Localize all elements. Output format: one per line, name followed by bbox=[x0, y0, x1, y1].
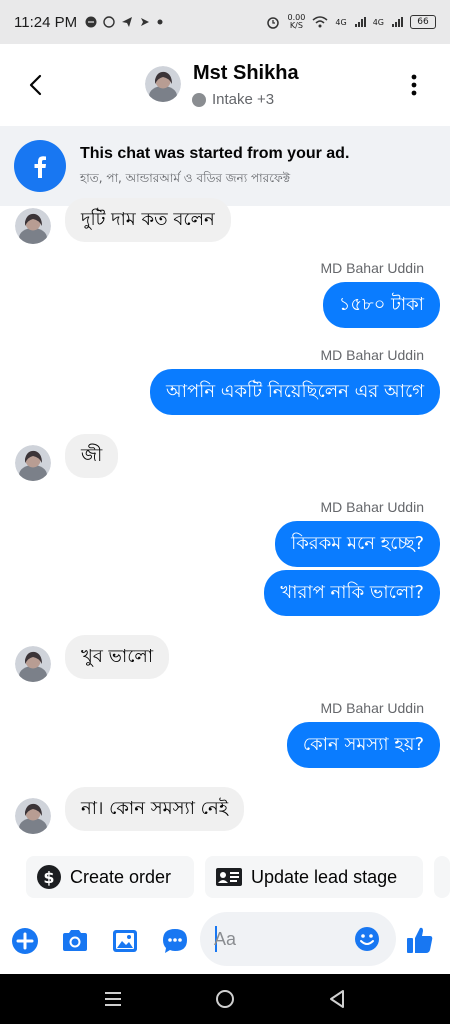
incoming-message[interactable]: জী bbox=[65, 434, 119, 478]
more-vertical-icon[interactable] bbox=[410, 74, 418, 96]
signal-1: 4G bbox=[335, 17, 347, 27]
recents-icon[interactable] bbox=[104, 991, 122, 1007]
home-icon[interactable] bbox=[215, 989, 235, 1009]
back-arrow-icon[interactable] bbox=[26, 70, 46, 100]
dollar-icon: $ bbox=[37, 865, 61, 889]
message-input-container[interactable] bbox=[200, 912, 396, 966]
status-bar: 11:24 PM 0.00 K/S 4G 4G 66 bbox=[0, 0, 450, 44]
plus-icon[interactable] bbox=[10, 926, 40, 956]
chat-header: Mst Shikha Intake +3 bbox=[0, 44, 450, 126]
signal-2: 4G bbox=[372, 17, 384, 27]
sender-name: MD Bahar Uddin bbox=[320, 347, 425, 363]
create-order-button[interactable]: $ Create order bbox=[26, 856, 194, 898]
stage-dot-icon bbox=[192, 92, 206, 107]
signal-bars-icon bbox=[354, 17, 366, 27]
sender-name: MD Bahar Uddin bbox=[320, 700, 425, 716]
avatar[interactable] bbox=[145, 66, 181, 102]
system-navigation-bar bbox=[0, 974, 450, 1024]
chat-notification-icon bbox=[85, 16, 97, 28]
svg-text:$: $ bbox=[43, 868, 54, 887]
lead-stage-label: Intake +3 bbox=[212, 91, 275, 108]
whatsapp-notification-icon bbox=[103, 16, 115, 28]
battery-indicator: 66 bbox=[410, 15, 436, 29]
signal-bars-icon-2 bbox=[392, 17, 403, 27]
emoji-icon[interactable] bbox=[354, 926, 380, 952]
alarm-icon bbox=[267, 17, 280, 29]
sender-name: MD Bahar Uddin bbox=[320, 260, 425, 276]
outgoing-message[interactable]: কোন সমস্যা হয়? bbox=[286, 722, 440, 768]
ad-banner-subtitle: হাত, পা, আন্ডারআর্ম ও বডির জন্য পারফেক্ট bbox=[80, 171, 291, 185]
incoming-message[interactable]: খুব ভালো bbox=[65, 635, 170, 679]
create-order-label: Create order bbox=[70, 866, 172, 887]
contact-name[interactable]: Mst Shikha bbox=[193, 62, 299, 85]
contact-subtitle[interactable]: Intake +3 bbox=[192, 91, 274, 108]
ad-banner-title: This chat was started from your ad. bbox=[80, 145, 350, 162]
thumbs-up-icon[interactable] bbox=[405, 924, 435, 956]
messenger-icon[interactable] bbox=[160, 926, 190, 956]
outgoing-message[interactable]: আপনি একটি নিয়েছিলেন এর আগে bbox=[149, 369, 440, 415]
update-lead-stage-label: Update lead stage bbox=[251, 866, 398, 887]
avatar[interactable] bbox=[15, 445, 51, 481]
outgoing-message[interactable]: কিরকম মনে হচ্ছে? bbox=[275, 521, 440, 567]
incoming-message[interactable]: না। কোন সমস্যা নেই bbox=[65, 787, 245, 831]
facebook-icon bbox=[14, 140, 66, 192]
avatar[interactable] bbox=[15, 208, 51, 244]
outgoing-message[interactable]: খারাপ নাকি ভালো? bbox=[264, 570, 440, 616]
status-time: 11:24 PM bbox=[14, 13, 78, 31]
wifi-icon bbox=[312, 16, 328, 28]
quick-action-overflow[interactable] bbox=[434, 856, 450, 898]
camera-icon[interactable] bbox=[60, 926, 90, 956]
system-icons: 0.00 K/S 4G 4G 66 bbox=[266, 14, 436, 30]
avatar[interactable] bbox=[15, 798, 51, 834]
message-input[interactable] bbox=[214, 926, 344, 952]
back-nav-icon[interactable] bbox=[328, 989, 346, 1009]
sender-name: MD Bahar Uddin bbox=[320, 499, 425, 515]
outgoing-message[interactable]: ১৫৮০ টাকা bbox=[322, 282, 440, 328]
update-lead-stage-button[interactable]: Update lead stage bbox=[205, 856, 423, 898]
send-notification-icon bbox=[141, 18, 150, 26]
net-speed: 0.00 K/S bbox=[287, 13, 306, 30]
incoming-message[interactable]: দুটি দাম কত বলেন bbox=[65, 198, 231, 242]
ad-origin-banner[interactable]: This chat was started from your ad. হাত,… bbox=[0, 126, 450, 206]
image-icon[interactable] bbox=[110, 926, 140, 956]
notification-icons bbox=[85, 16, 163, 28]
dot-icon bbox=[157, 19, 163, 25]
avatar[interactable] bbox=[15, 646, 51, 682]
id-card-icon bbox=[216, 868, 242, 886]
telegram-notification-icon bbox=[122, 17, 133, 27]
